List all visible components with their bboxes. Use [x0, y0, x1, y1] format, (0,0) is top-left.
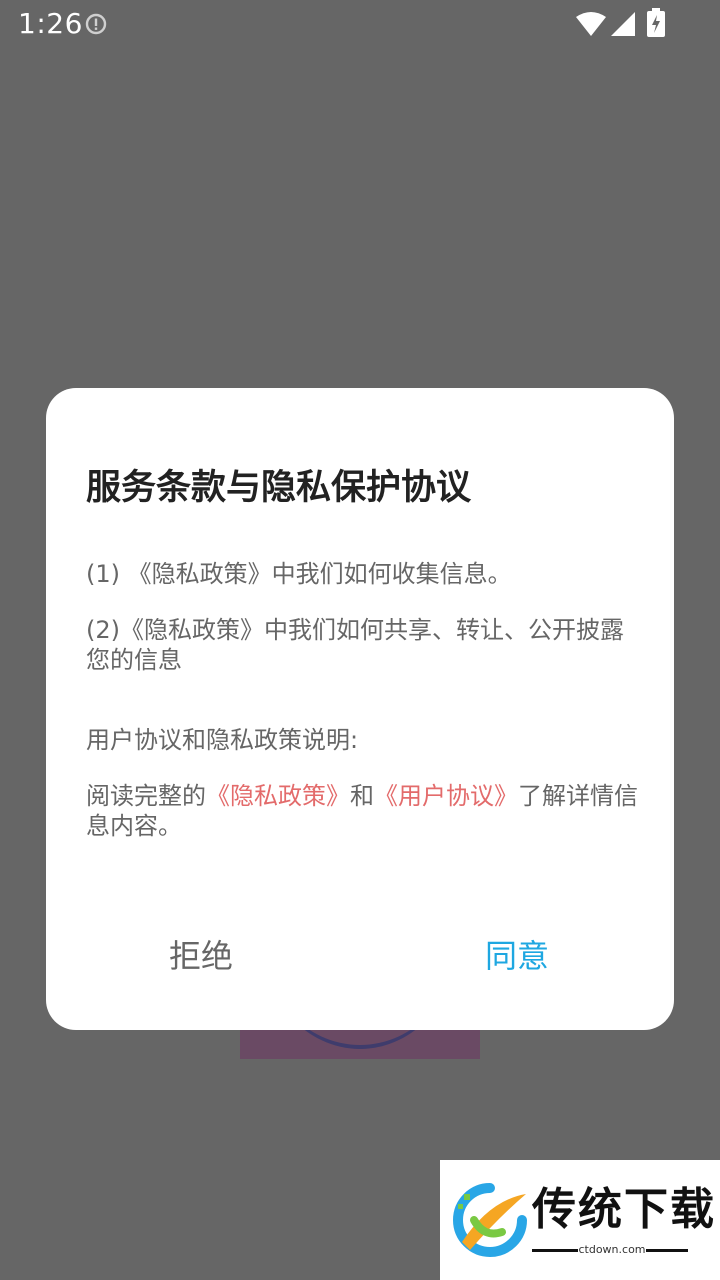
- agree-button[interactable]: 同意: [417, 928, 617, 984]
- privacy-agreement-dialog: 服务条款与隐私保护协议 (1) 《隐私政策》中我们如何收集信息。 (2)《隐私政…: [46, 388, 674, 1030]
- policy-item-1-link: 《隐私政策》: [127, 560, 272, 588]
- privacy-policy-link[interactable]: 《隐私政策》: [206, 782, 350, 810]
- reject-button[interactable]: 拒绝: [101, 928, 301, 984]
- cell-signal-icon: [611, 12, 635, 36]
- info-circle-icon: [85, 13, 107, 35]
- user-agreement-link[interactable]: 《用户协议》: [374, 782, 518, 810]
- watermark-name: 传统下载: [532, 1184, 716, 1235]
- ctdown-logo-icon: [453, 1183, 527, 1257]
- policy-item-1: (1) 《隐私政策》中我们如何收集信息。: [86, 559, 646, 589]
- policy-item-2: (2)《隐私政策》中我们如何共享、转让、公开披露您的信息: [86, 615, 646, 675]
- watermark-divider-left: [532, 1249, 578, 1252]
- explanation-before: 阅读完整的: [86, 782, 206, 810]
- explanation-text: 阅读完整的《隐私政策》和《用户协议》了解详情信息内容。: [86, 781, 646, 841]
- status-time: 1:26: [18, 7, 83, 40]
- status-bar: 1:26: [0, 0, 720, 48]
- policy-item-1-prefix: (1): [86, 560, 128, 588]
- explanation-middle: 和: [350, 782, 374, 810]
- policy-item-2-prefix: (2): [86, 616, 120, 644]
- dialog-title: 服务条款与隐私保护协议: [86, 468, 472, 508]
- wifi-icon: [576, 12, 606, 36]
- policy-item-2-link: 《隐私政策》: [120, 616, 264, 644]
- watermark: 传统下载 ctdown.com: [440, 1160, 720, 1280]
- watermark-divider-right: [646, 1249, 688, 1252]
- explanation-heading: 用户协议和隐私政策说明:: [86, 726, 359, 754]
- watermark-domain: ctdown.com: [578, 1243, 646, 1256]
- policy-item-1-text: 中我们如何收集信息。: [271, 560, 512, 588]
- battery-charging-icon: [647, 8, 665, 37]
